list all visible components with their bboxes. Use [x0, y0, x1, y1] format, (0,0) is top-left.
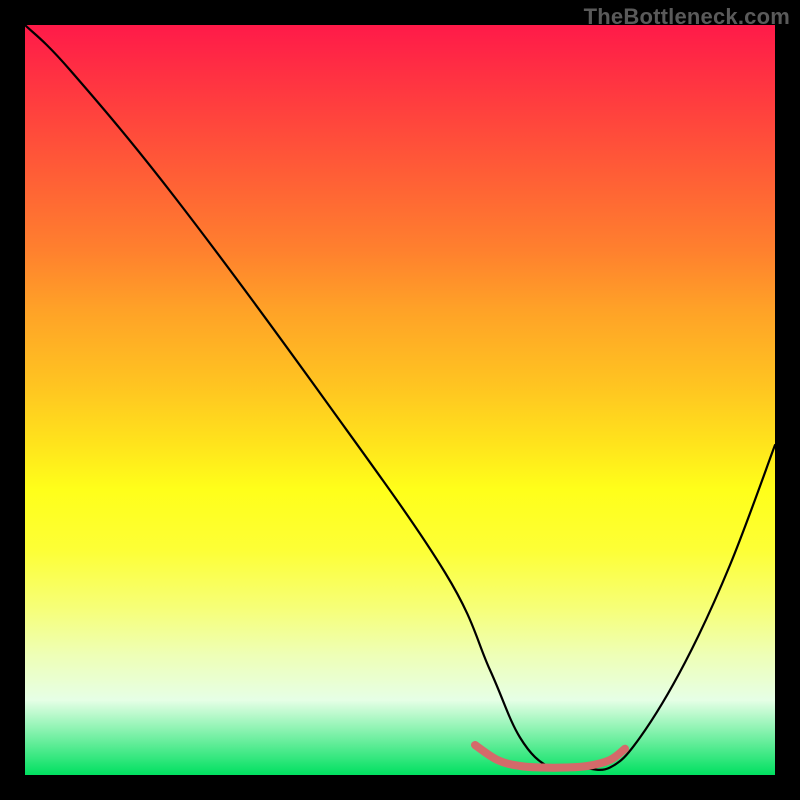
bottleneck-curve [25, 25, 775, 770]
valley-highlight [475, 745, 625, 768]
chart-frame: TheBottleneck.com [0, 0, 800, 800]
curve-layer [25, 25, 775, 775]
plot-area [25, 25, 775, 775]
